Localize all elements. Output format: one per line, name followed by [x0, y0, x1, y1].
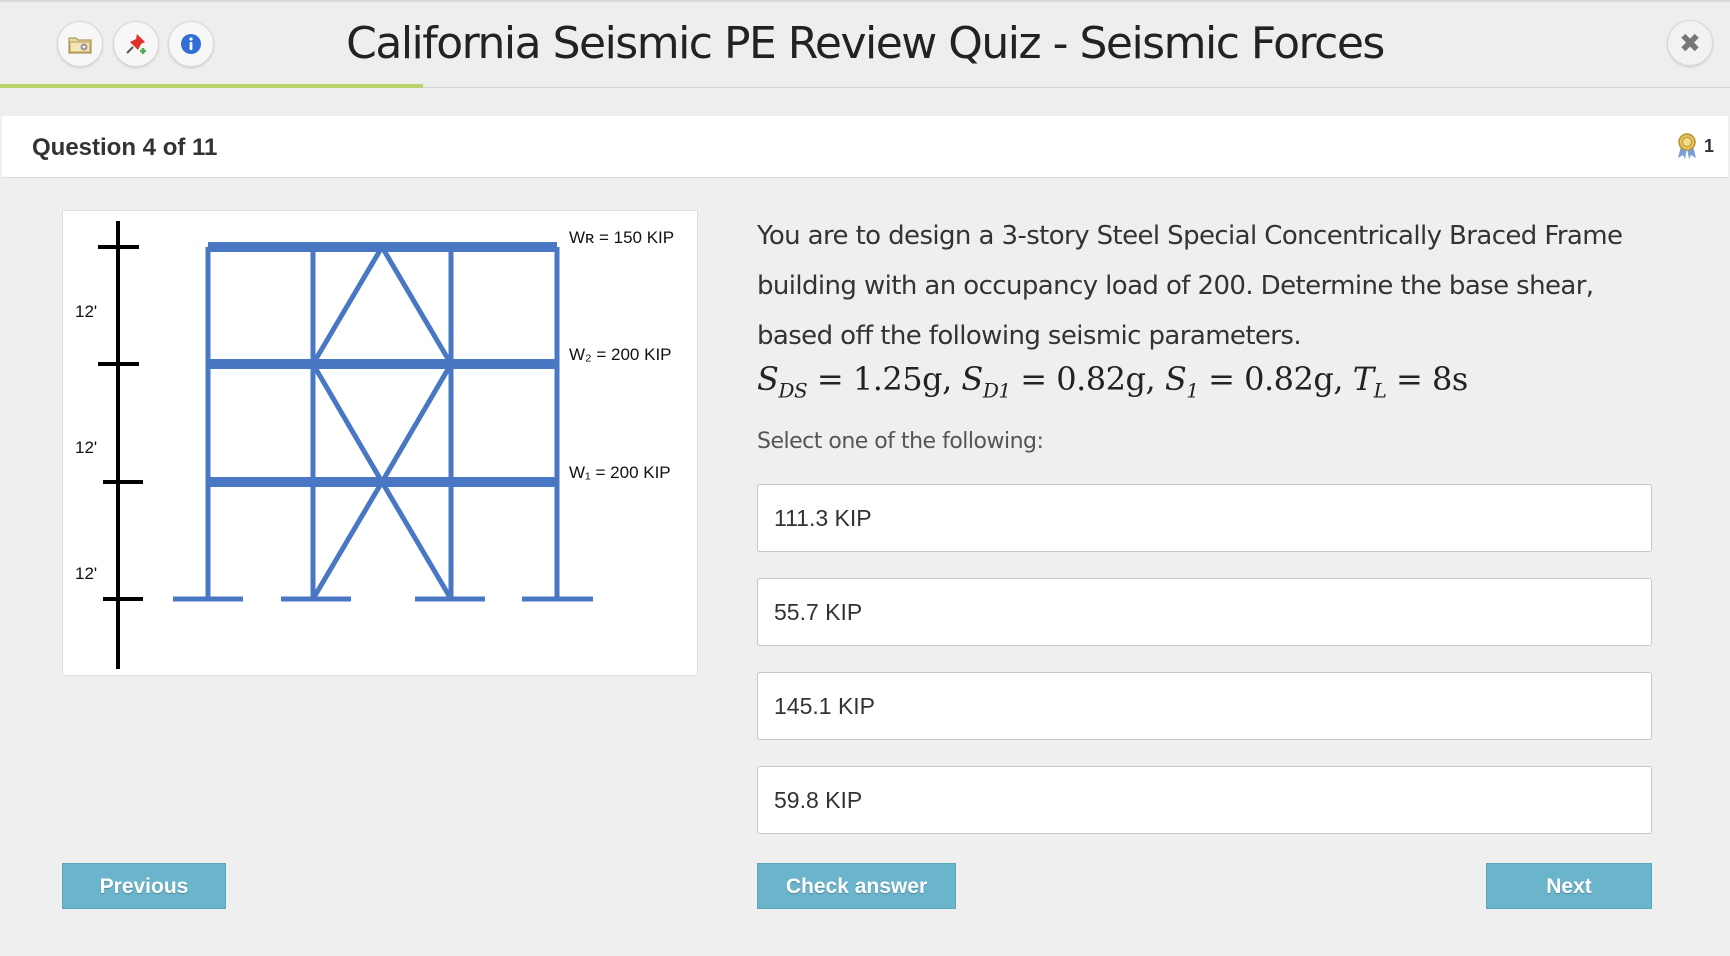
question-panel: Question 4 of 11 1 12' 12' 12' Wʀ = 150 …: [0, 116, 1730, 936]
sds-subscript: DS: [778, 378, 808, 403]
pin-icon: [126, 34, 146, 54]
answer-option-1[interactable]: 111.3 KIP: [757, 484, 1652, 552]
sd1-subscript: D1: [982, 378, 1011, 403]
question-text: You are to design a 3-story Steel Specia…: [757, 221, 1623, 351]
story-height-label-3: 12': [75, 302, 97, 321]
previous-button[interactable]: Previous: [62, 863, 226, 909]
folder-icon: [68, 37, 92, 54]
dimension-line: [98, 221, 143, 669]
story-height-label-2: 12': [75, 438, 97, 457]
pin-button[interactable]: [113, 21, 159, 67]
answer-option-4[interactable]: 59.8 KIP: [757, 766, 1652, 834]
sd1-symbol: S: [961, 360, 983, 398]
question-counter: Question 4 of 11: [32, 134, 218, 161]
sds-symbol: S: [757, 360, 779, 398]
next-button[interactable]: Next: [1486, 863, 1652, 909]
frame-diagram: 12' 12' 12' Wʀ = 150 KIP W₂ = 200 KIP W₁…: [62, 210, 698, 676]
roof-weight-label: Wʀ = 150 KIP: [569, 228, 674, 247]
seismic-parameters-formula: SDS = 1.25g, SD1 = 0.82g, S1 = 0.82g, TL…: [757, 360, 1468, 402]
level-2-weight-label: W₂ = 200 KIP: [569, 345, 672, 364]
check-answer-button[interactable]: Check answer: [757, 863, 956, 909]
braced-frame-figure: 12' 12' 12' Wʀ = 150 KIP W₂ = 200 KIP W₁…: [75, 221, 674, 669]
steel-frame: [173, 242, 593, 602]
level-1-weight-label: W₁ = 200 KIP: [569, 463, 671, 482]
folder-button[interactable]: [57, 21, 103, 67]
quiz-title: California Seismic PE Review Quiz - Seis…: [346, 18, 1385, 69]
story-height-label-1: 12': [75, 564, 97, 583]
tl-subscript: L: [1373, 378, 1387, 403]
points-value: 1: [1703, 135, 1714, 156]
s1-symbol: S: [1164, 360, 1187, 398]
quiz-progress-bar: [0, 84, 1730, 88]
tl-symbol: T: [1352, 360, 1374, 398]
close-icon: ✖: [1679, 27, 1701, 58]
s1-subscript: 1: [1186, 378, 1199, 403]
answer-option-2[interactable]: 55.7 KIP: [757, 578, 1652, 646]
tl-value: = 8s: [1386, 360, 1468, 398]
header-top-border: [0, 0, 1730, 2]
points-indicator: 1: [1674, 132, 1714, 160]
quiz-progress-fill: [0, 84, 423, 88]
close-button[interactable]: ✖: [1667, 20, 1713, 66]
question-bar: Question 4 of 11 1: [2, 116, 1728, 178]
sds-value: = 1.25g,: [807, 360, 962, 398]
selection-hint: Select one of the following:: [757, 429, 1044, 454]
answer-option-3[interactable]: 145.1 KIP: [757, 672, 1652, 740]
s1-value: = 0.82g,: [1198, 360, 1353, 398]
award-icon: [1677, 133, 1696, 159]
sd1-value: = 0.82g,: [1010, 360, 1165, 398]
quiz-header: California Seismic PE Review Quiz - Seis…: [0, 0, 1730, 88]
